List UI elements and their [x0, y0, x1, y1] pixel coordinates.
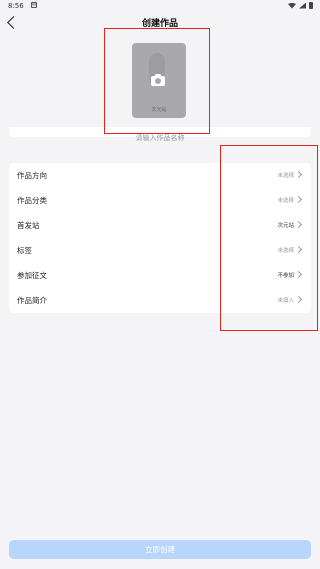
setting-label: 作品简介 [17, 296, 47, 305]
settings-card: 作品方向 未选择 作品分类 未选择 首发站 次元站 标签 未选择 参加征文 不参… [9, 163, 311, 313]
create-now-button[interactable]: 立即创建 [9, 540, 311, 559]
setting-row-category[interactable]: 作品分类 未选择 [9, 188, 311, 213]
status-icons [288, 2, 313, 9]
status-time: 8:56 [8, 2, 24, 10]
setting-value: 未选择 [277, 198, 294, 204]
setting-row-synopsis[interactable]: 作品简介 未填入 [9, 288, 311, 313]
chevron-right-icon [294, 245, 303, 254]
setting-value: 未选择 [277, 248, 294, 254]
setting-value: 次元站 [277, 223, 294, 229]
setting-label: 参加征文 [17, 271, 47, 280]
setting-row-direction[interactable]: 作品方向 未选择 [9, 163, 311, 188]
setting-label: 标签 [17, 246, 32, 255]
status-bar: 8:56 ✉ [0, 0, 320, 12]
chevron-right-icon [294, 270, 303, 279]
camera-icon [151, 74, 165, 86]
wifi-icon [288, 2, 296, 9]
setting-label: 作品方向 [17, 171, 47, 180]
signal-icon [299, 2, 306, 9]
setting-value: 未填入 [277, 298, 294, 304]
chevron-right-icon [294, 170, 303, 179]
chevron-right-icon [294, 295, 303, 304]
chevron-right-icon [294, 195, 303, 204]
title-input[interactable] [9, 132, 311, 144]
header: 创建作品 [0, 12, 320, 34]
setting-row-tags[interactable]: 标签 未选择 [9, 238, 311, 263]
setting-value: 不参加 [277, 273, 294, 279]
cover-picker[interactable]: 次元站 [132, 43, 186, 118]
cover-logo: 次元站 [151, 107, 167, 113]
page-title: 创建作品 [141, 19, 178, 29]
setting-label: 作品分类 [17, 196, 47, 205]
battery-icon [309, 2, 313, 9]
setting-row-contest[interactable]: 参加征文 不参加 [9, 263, 311, 288]
chevron-right-icon [294, 220, 303, 229]
setting-value: 未选择 [277, 173, 294, 179]
setting-row-first-site[interactable]: 首发站 次元站 [9, 213, 311, 238]
setting-label: 首发站 [17, 221, 40, 230]
notification-icon: ✉ [31, 2, 37, 8]
